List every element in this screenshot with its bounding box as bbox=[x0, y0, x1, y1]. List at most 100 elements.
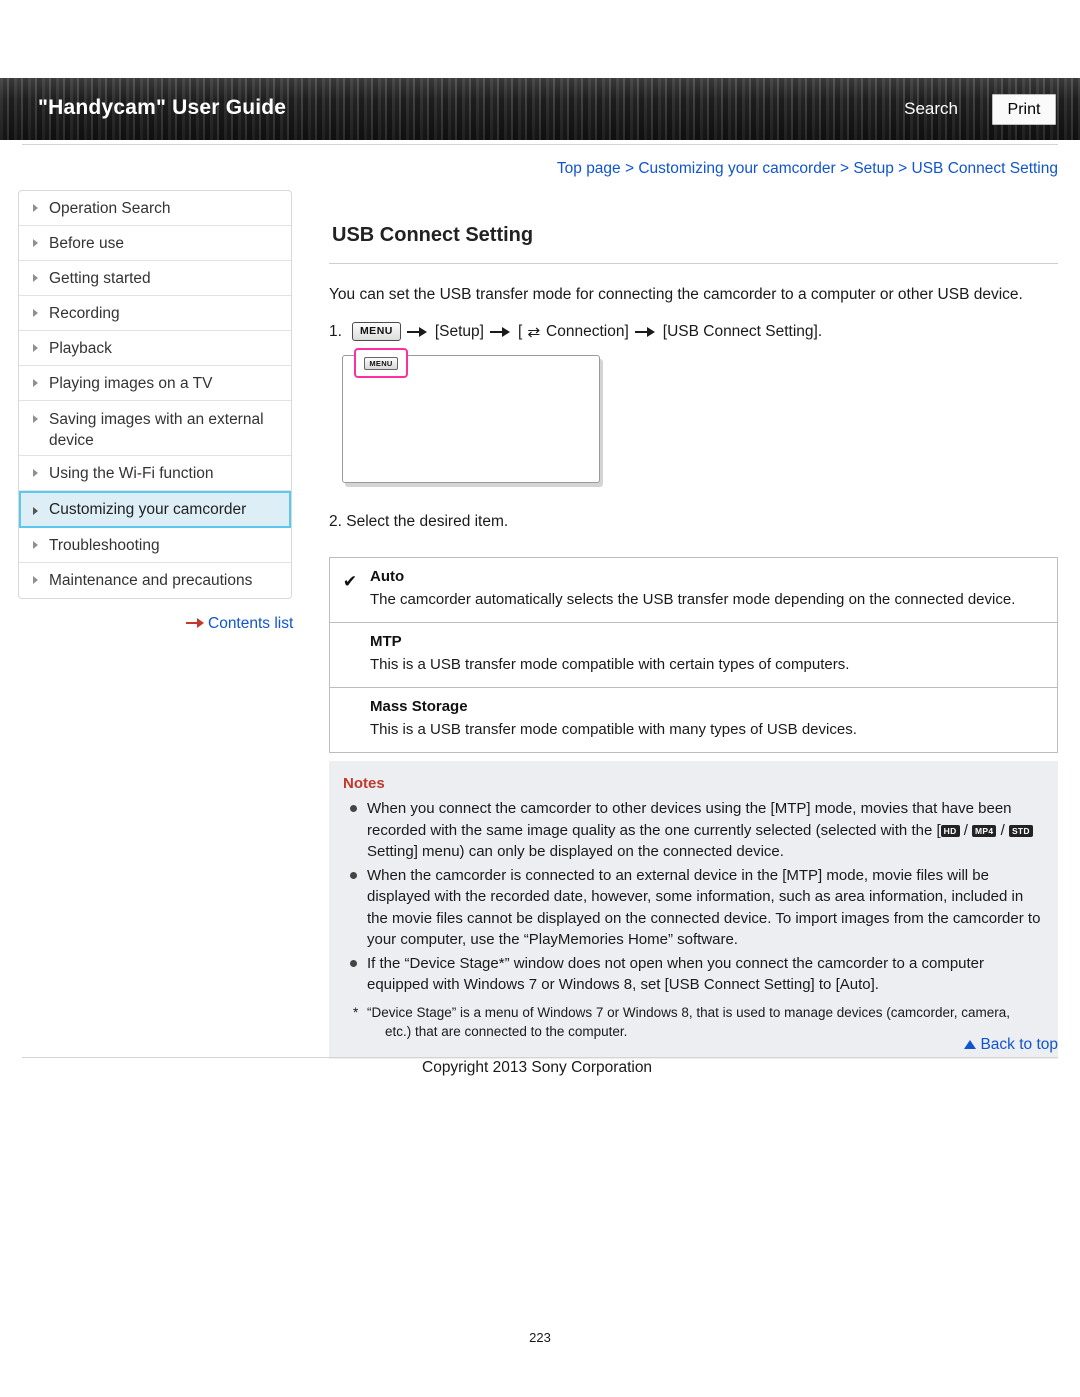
step-1-connection-label: Connection] bbox=[546, 322, 629, 340]
bullet-icon bbox=[350, 871, 357, 879]
chevron-right-icon bbox=[33, 415, 38, 423]
note-separator: / bbox=[996, 821, 1009, 839]
breadcrumb-separator: > bbox=[624, 160, 635, 177]
sidebar-item-playback[interactable]: Playback bbox=[19, 331, 291, 366]
breadcrumb-separator: > bbox=[898, 160, 908, 177]
back-to-top-label: Back to top bbox=[980, 1036, 1058, 1053]
menu-label: MENU bbox=[364, 356, 398, 370]
notes-box: Notes When you connect the camcorder to … bbox=[329, 761, 1058, 1059]
breadcrumb-item-setup[interactable]: Setup bbox=[853, 160, 894, 177]
search-button[interactable]: Search bbox=[904, 99, 958, 119]
step-1-bracket-open: [ bbox=[517, 322, 523, 340]
bullet-icon bbox=[350, 959, 357, 967]
step-1-usb-label: [USB Connect Setting]. bbox=[662, 322, 823, 340]
sidebar-item-playing-images-on-a-tv[interactable]: Playing images on a TV bbox=[19, 366, 291, 401]
note-text: If the “Device Stage*” window does not o… bbox=[367, 954, 985, 994]
main-content: USB Connect Setting You can set the USB … bbox=[329, 190, 1058, 753]
page-number: 223 bbox=[529, 1330, 551, 1345]
sidebar-item-label: Troubleshooting bbox=[49, 537, 160, 554]
sidebar-item-saving-images-external-device[interactable]: Saving images with an external device bbox=[19, 401, 291, 456]
sidebar-item-label: Getting started bbox=[49, 270, 151, 287]
sidebar-item-label: Before use bbox=[49, 235, 124, 252]
chevron-right-icon bbox=[33, 469, 38, 477]
sidebar-item-recording[interactable]: Recording bbox=[19, 296, 291, 331]
sidebar-nav: Operation Search Before use Getting star… bbox=[18, 190, 292, 599]
sidebar-item-label: Maintenance and precautions bbox=[49, 572, 253, 589]
step-1-setup-label: [Setup] bbox=[434, 322, 484, 340]
step-1: 1. MENU [Setup] [⇄ Connection] [USB Conne… bbox=[329, 322, 1058, 341]
breadcrumb-item-customizing[interactable]: Customizing your camcorder bbox=[638, 160, 835, 177]
std-quality-icon: STD bbox=[1008, 824, 1033, 837]
page-header-title: "Handycam" User Guide bbox=[38, 96, 287, 119]
page-title: USB Connect Setting bbox=[332, 224, 534, 246]
option-description: The camcorder automatically selects the … bbox=[370, 591, 1016, 608]
notes-title: Notes bbox=[343, 775, 385, 792]
option-name: Auto bbox=[370, 568, 405, 585]
menu-button-highlight: MENU bbox=[354, 348, 408, 378]
sidebar-item-using-the-wifi-function[interactable]: Using the Wi-Fi function bbox=[19, 456, 291, 491]
sidebar-item-label: Playing images on a TV bbox=[49, 375, 213, 392]
step-1-number: 1. bbox=[329, 322, 342, 340]
sidebar-item-maintenance-and-precautions[interactable]: Maintenance and precautions bbox=[19, 563, 291, 598]
hd-quality-icon: HD bbox=[940, 824, 960, 837]
chevron-right-icon bbox=[33, 344, 38, 352]
checkmark-icon: ✔ bbox=[342, 572, 358, 591]
back-to-top-link[interactable]: Back to top bbox=[964, 1036, 1058, 1054]
print-button[interactable]: Print bbox=[992, 94, 1056, 125]
sidebar-item-customizing-your-camcorder[interactable]: Customizing your camcorder bbox=[19, 491, 291, 528]
footnote-star: * bbox=[353, 1004, 359, 1020]
table-row[interactable]: ✔ Auto The camcorder automatically selec… bbox=[330, 558, 1057, 623]
app-header: "Handycam" User Guide Search Print bbox=[0, 78, 1080, 140]
option-description: This is a USB transfer mode compatible w… bbox=[370, 656, 850, 673]
menu-button-icon: MENU bbox=[351, 322, 401, 341]
footer-divider bbox=[22, 1057, 1058, 1058]
sidebar-item-label: Playback bbox=[49, 340, 112, 357]
title-divider bbox=[329, 263, 1058, 264]
breadcrumb-item-current: USB Connect Setting bbox=[911, 160, 1058, 177]
bullet-icon bbox=[350, 805, 357, 812]
contents-list-link[interactable]: Contents list bbox=[186, 615, 293, 633]
breadcrumb-item-top-page[interactable]: Top page bbox=[557, 160, 621, 177]
connection-icon: ⇄ bbox=[527, 323, 541, 340]
sidebar-item-label: Operation Search bbox=[49, 200, 171, 217]
breadcrumb: Top page > Customizing your camcorder > … bbox=[557, 160, 1058, 178]
checkmark-placeholder bbox=[330, 623, 370, 687]
sidebar-item-label: Using the Wi-Fi function bbox=[49, 465, 214, 482]
note-item: When you connect the camcorder to other … bbox=[343, 798, 1044, 863]
checkmark-placeholder bbox=[330, 688, 370, 752]
note-text: When you connect the camcorder to other … bbox=[367, 800, 1012, 839]
arrow-right-icon bbox=[186, 618, 206, 628]
sidebar-item-label: Recording bbox=[49, 305, 120, 322]
chevron-right-icon bbox=[33, 576, 38, 584]
table-row[interactable]: MTP This is a USB transfer mode compatib… bbox=[330, 623, 1057, 688]
chevron-right-icon bbox=[33, 309, 38, 317]
sidebar-item-getting-started[interactable]: Getting started bbox=[19, 261, 291, 296]
note-text: When the camcorder is connected to an ex… bbox=[367, 866, 1041, 949]
copyright-text: Copyright 2013 Sony Corporation bbox=[422, 1059, 653, 1076]
intro-paragraph: You can set the USB transfer mode for co… bbox=[329, 286, 1023, 303]
triangle-up-icon bbox=[964, 1040, 977, 1049]
chevron-right-icon bbox=[33, 379, 38, 387]
chevron-right-icon bbox=[33, 274, 38, 282]
option-name: Mass Storage bbox=[370, 698, 468, 715]
options-table: ✔ Auto The camcorder automatically selec… bbox=[329, 557, 1058, 753]
arrow-right-icon bbox=[489, 326, 512, 338]
note-item: When the camcorder is connected to an ex… bbox=[343, 865, 1044, 951]
chevron-right-icon bbox=[33, 239, 38, 247]
sidebar-item-troubleshooting[interactable]: Troubleshooting bbox=[19, 528, 291, 563]
note-item: If the “Device Stage*” window does not o… bbox=[343, 953, 1044, 996]
breadcrumb-separator: > bbox=[839, 160, 849, 177]
option-description: This is a USB transfer mode compatible w… bbox=[370, 721, 857, 738]
table-row[interactable]: Mass Storage This is a USB transfer mode… bbox=[330, 688, 1057, 752]
note-separator: / bbox=[959, 821, 973, 839]
contents-list-label: Contents list bbox=[208, 615, 294, 632]
sidebar-item-before-use[interactable]: Before use bbox=[19, 226, 291, 261]
arrow-right-icon bbox=[634, 326, 657, 338]
chevron-right-icon bbox=[33, 204, 38, 212]
header-divider bbox=[22, 144, 1058, 145]
step-2: 2. Select the desired item. bbox=[329, 513, 509, 530]
note-footnote: * “Device Stage” is a menu of Windows 7 o… bbox=[343, 1003, 1044, 1041]
sidebar-item-operation-search[interactable]: Operation Search bbox=[19, 191, 291, 226]
footnote-line-2: etc.) that are connected to the computer… bbox=[385, 1023, 628, 1039]
camcorder-screen-illustration: MENU bbox=[342, 348, 600, 483]
